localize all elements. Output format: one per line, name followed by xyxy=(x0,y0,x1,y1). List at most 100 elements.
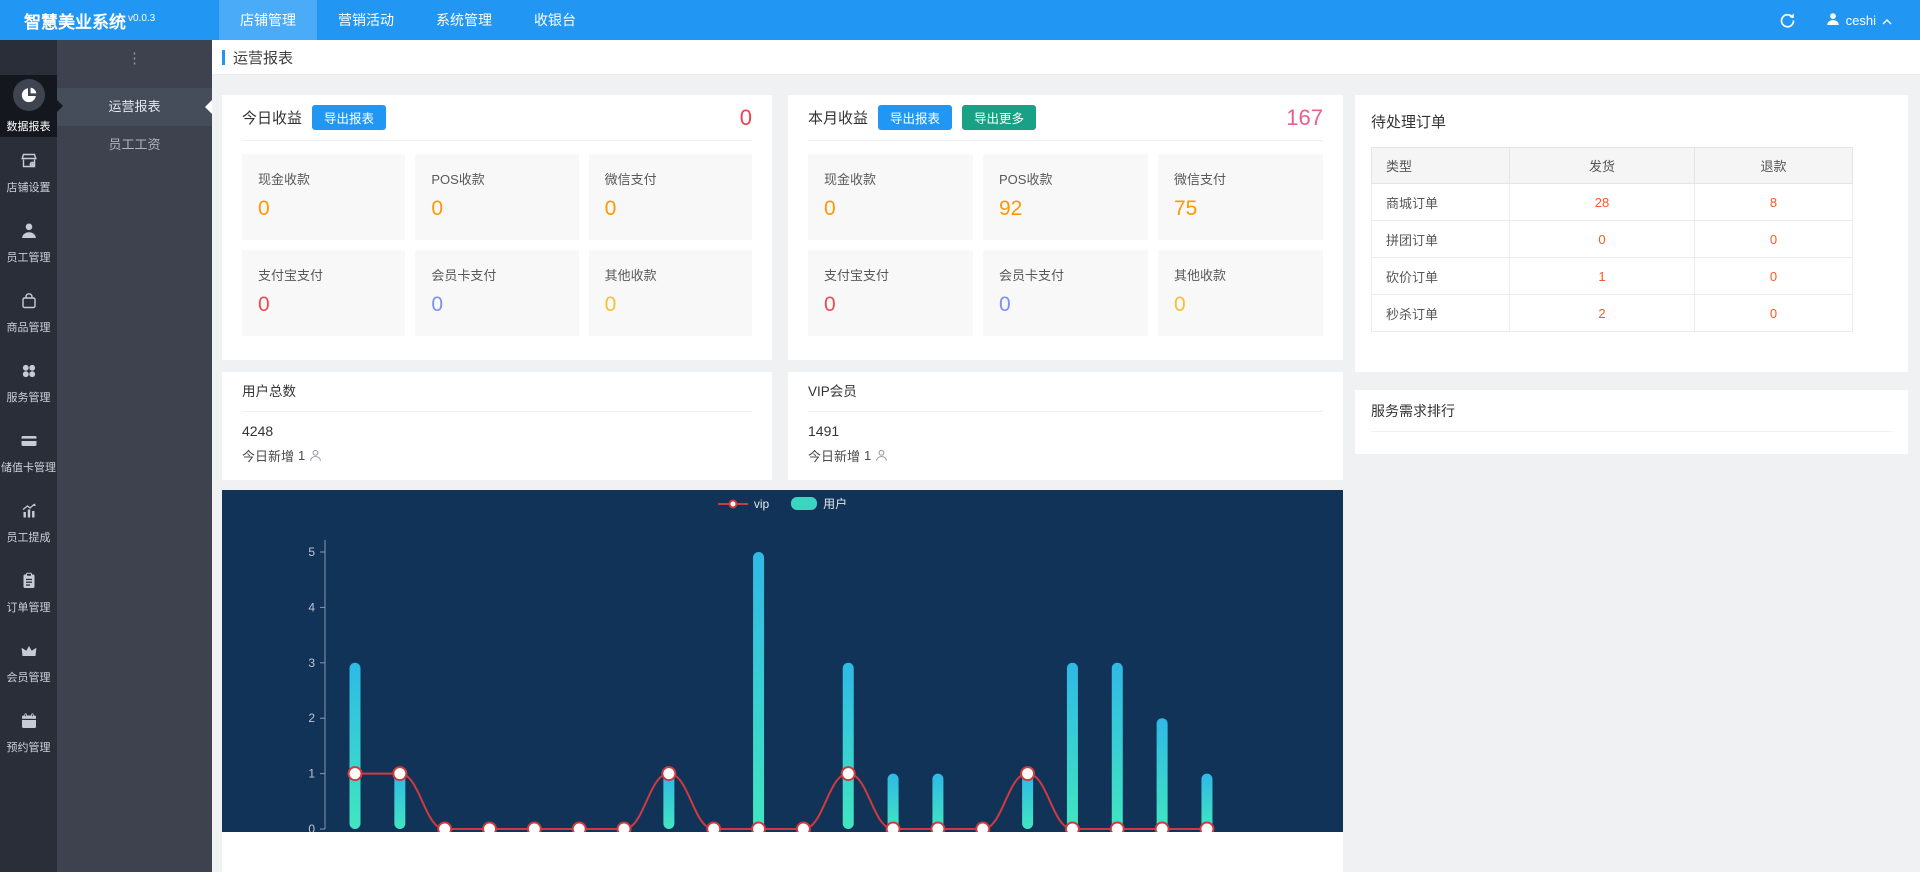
order-type-cell: 秒杀订单 xyxy=(1372,295,1510,332)
today-stats-grid: 现金收款0POS收款0微信支付0支付宝支付0会员卡支付0其他收款0 xyxy=(242,154,752,336)
ship-count-cell[interactable]: 28 xyxy=(1510,184,1695,221)
stat-label: 会员卡支付 xyxy=(431,265,562,284)
top-menu-item[interactable]: 收银台 xyxy=(513,0,597,40)
sidebar-item-4[interactable]: 商品管理 xyxy=(0,277,57,347)
chart-legend: vip 用户 xyxy=(222,495,1343,512)
stat-value: 0 xyxy=(258,197,389,221)
stat-box: 支付宝支付0 xyxy=(808,250,973,336)
submenu-item[interactable]: 运营报表 xyxy=(57,88,212,126)
table-row: 拼团订单00 xyxy=(1372,221,1853,258)
legend-label: 用户 xyxy=(823,495,847,512)
sidebar-item-label: 员工提成 xyxy=(7,529,51,545)
vip-total-value: 1491 xyxy=(808,423,1323,439)
new-today-value: 1 xyxy=(864,448,871,463)
stat-label: 现金收款 xyxy=(824,169,957,188)
sidebar-item-8[interactable]: 订单管理 xyxy=(0,557,57,627)
stat-value: 0 xyxy=(258,293,389,317)
stat-value: 0 xyxy=(431,197,562,221)
today-total-value: 0 xyxy=(740,105,752,131)
service-icon xyxy=(19,360,39,382)
order-type-cell: 商城订单 xyxy=(1372,184,1510,221)
pending-orders-card: 待处理订单 类型发货退款商城订单288拼团订单00砍价订单10秒杀订单20 xyxy=(1355,95,1908,372)
ship-count-cell[interactable]: 0 xyxy=(1510,221,1695,258)
username: ceshi xyxy=(1846,13,1876,28)
member-crown-icon xyxy=(19,640,39,662)
order-type-cell: 砍价订单 xyxy=(1372,258,1510,295)
bar-swatch-icon xyxy=(791,497,817,510)
submenu-item[interactable]: 员工工资 xyxy=(57,126,212,164)
svg-text:5: 5 xyxy=(308,545,315,559)
sidebar-item-label: 数据报表 xyxy=(7,118,51,134)
stat-box: POS收款92 xyxy=(983,154,1148,240)
top-menu-item[interactable]: 营销活动 xyxy=(317,0,415,40)
export-report-button[interactable]: 导出报表 xyxy=(878,105,952,130)
stat-box: 支付宝支付0 xyxy=(242,250,405,336)
card-title: 待处理订单 xyxy=(1371,95,1892,147)
bar-line-chart: 012345 xyxy=(222,490,1343,832)
ship-count-cell[interactable]: 1 xyxy=(1510,258,1695,295)
ship-count-cell[interactable]: 2 xyxy=(1510,295,1695,332)
stat-value: 0 xyxy=(605,197,736,221)
table-row: 秒杀订单20 xyxy=(1372,295,1853,332)
sidebar-item-2[interactable]: 店铺设置 xyxy=(0,137,57,207)
booking-calendar-icon xyxy=(19,710,39,732)
card-title: 用户总数 xyxy=(242,372,752,412)
card-title: 今日收益 xyxy=(242,107,302,128)
sidebar-item-6[interactable]: 储值卡管理 xyxy=(0,417,57,487)
stat-value: 0 xyxy=(431,293,562,317)
store-icon xyxy=(19,150,39,172)
sidebar-item-label: 服务管理 xyxy=(7,389,51,405)
user-menu[interactable]: ceshi xyxy=(1826,12,1892,29)
secondary-menu: 运营报表员工工资 xyxy=(57,88,212,164)
card-title: VIP会员 xyxy=(808,372,1323,412)
sidebar-collapse-dots[interactable]: ⋮ xyxy=(57,40,212,76)
sidebar-item-label: 员工管理 xyxy=(7,249,51,265)
commission-chart-icon xyxy=(19,500,39,522)
stat-label: POS收款 xyxy=(999,169,1132,188)
table-header-cell: 退款 xyxy=(1695,148,1853,184)
user-vip-chart-card: vip 用户 012345 xyxy=(222,490,1343,872)
card-header: 今日收益 导出报表 0 xyxy=(242,95,752,141)
export-report-button[interactable]: 导出报表 xyxy=(312,105,386,130)
stat-box: 微信支付75 xyxy=(1158,154,1323,240)
stat-label: 其他收款 xyxy=(1174,265,1307,284)
legend-label: vip xyxy=(754,497,769,511)
refund-count-cell[interactable]: 0 xyxy=(1695,258,1853,295)
app-logo: 智慧美业系统v0.0.3 xyxy=(0,8,219,33)
sidebar-item-label: 订单管理 xyxy=(7,599,51,615)
sidebar-item-3[interactable]: 员工管理 xyxy=(0,207,57,277)
refresh-icon[interactable] xyxy=(1779,12,1796,29)
table-header-cell: 类型 xyxy=(1372,148,1510,184)
top-menu-item[interactable]: 店铺管理 xyxy=(219,0,317,40)
sidebar-item-5[interactable]: 服务管理 xyxy=(0,347,57,417)
refund-count-cell[interactable]: 8 xyxy=(1695,184,1853,221)
refund-count-cell[interactable]: 0 xyxy=(1695,221,1853,258)
sidebar-item-9[interactable]: 会员管理 xyxy=(0,627,57,697)
top-menu-item[interactable]: 系统管理 xyxy=(415,0,513,40)
page-title: 运营报表 xyxy=(233,47,293,68)
sidebar-item-1[interactable]: 数据报表 xyxy=(0,75,57,137)
table-header-cell: 发货 xyxy=(1510,148,1695,184)
stat-box: 会员卡支付 0 xyxy=(415,250,578,336)
stat-label: POS收款 xyxy=(431,169,562,188)
goods-bag-icon xyxy=(19,290,39,312)
service-rank-card: 服务需求排行 xyxy=(1355,390,1908,454)
line-swatch-icon xyxy=(718,497,748,510)
chart-canvas: vip 用户 012345 xyxy=(222,490,1343,832)
sidebar-item-7[interactable]: 员工提成 xyxy=(0,487,57,557)
stat-label: 微信支付 xyxy=(605,169,736,188)
legend-item-vip[interactable]: vip xyxy=(718,497,769,511)
stat-value: 0 xyxy=(605,293,736,317)
table-row: 砍价订单10 xyxy=(1372,258,1853,295)
stat-box: POS收款 0 xyxy=(415,154,578,240)
page-title-bar: 运营报表 xyxy=(212,40,1920,75)
card-title: 本月收益 xyxy=(808,107,868,128)
svg-text:1: 1 xyxy=(308,767,315,781)
refund-count-cell[interactable]: 0 xyxy=(1695,295,1853,332)
sidebar-item-10[interactable]: 预约管理 xyxy=(0,697,57,767)
legend-item-users[interactable]: 用户 xyxy=(791,495,847,512)
export-more-button[interactable]: 导出更多 xyxy=(962,105,1036,130)
new-today-label: 今日新增 xyxy=(242,446,294,465)
order-clipboard-icon xyxy=(19,570,39,592)
stat-value: 0 xyxy=(824,197,957,221)
